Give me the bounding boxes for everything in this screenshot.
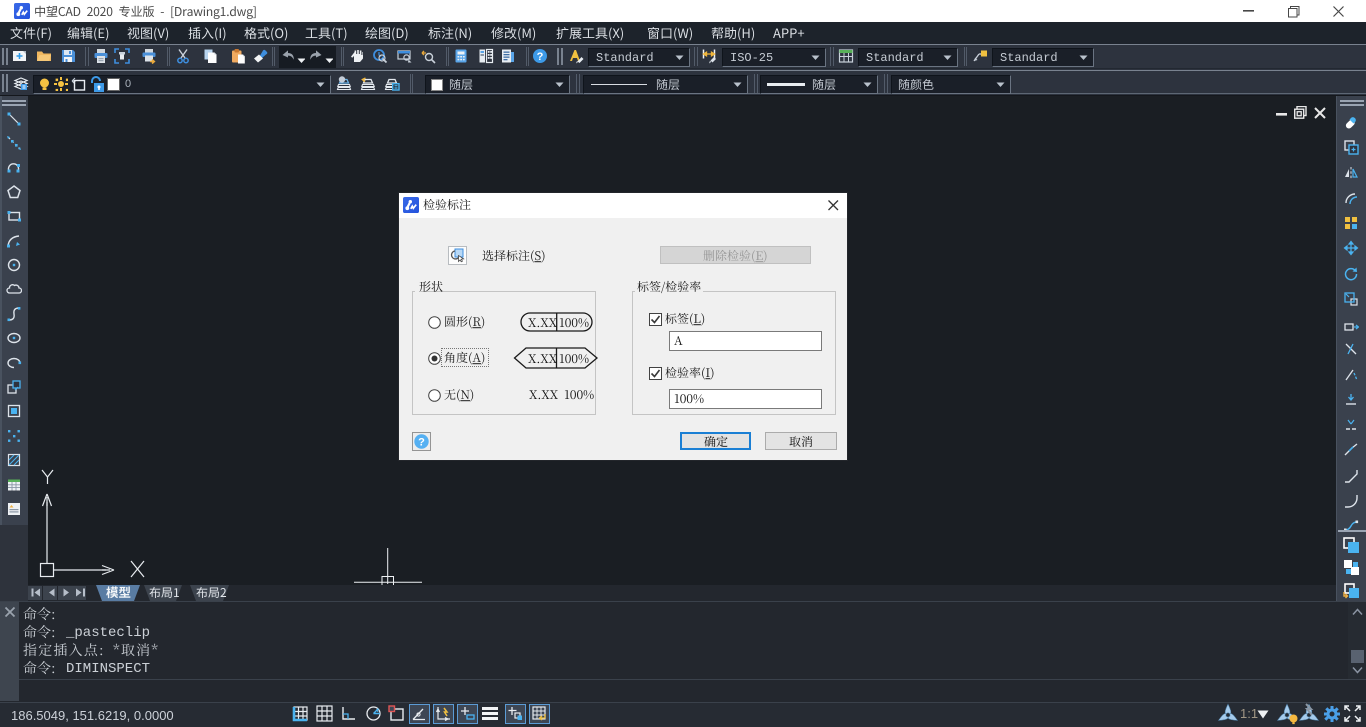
svg-text:?: ?	[537, 51, 544, 63]
svg-text:?: ?	[418, 437, 425, 449]
